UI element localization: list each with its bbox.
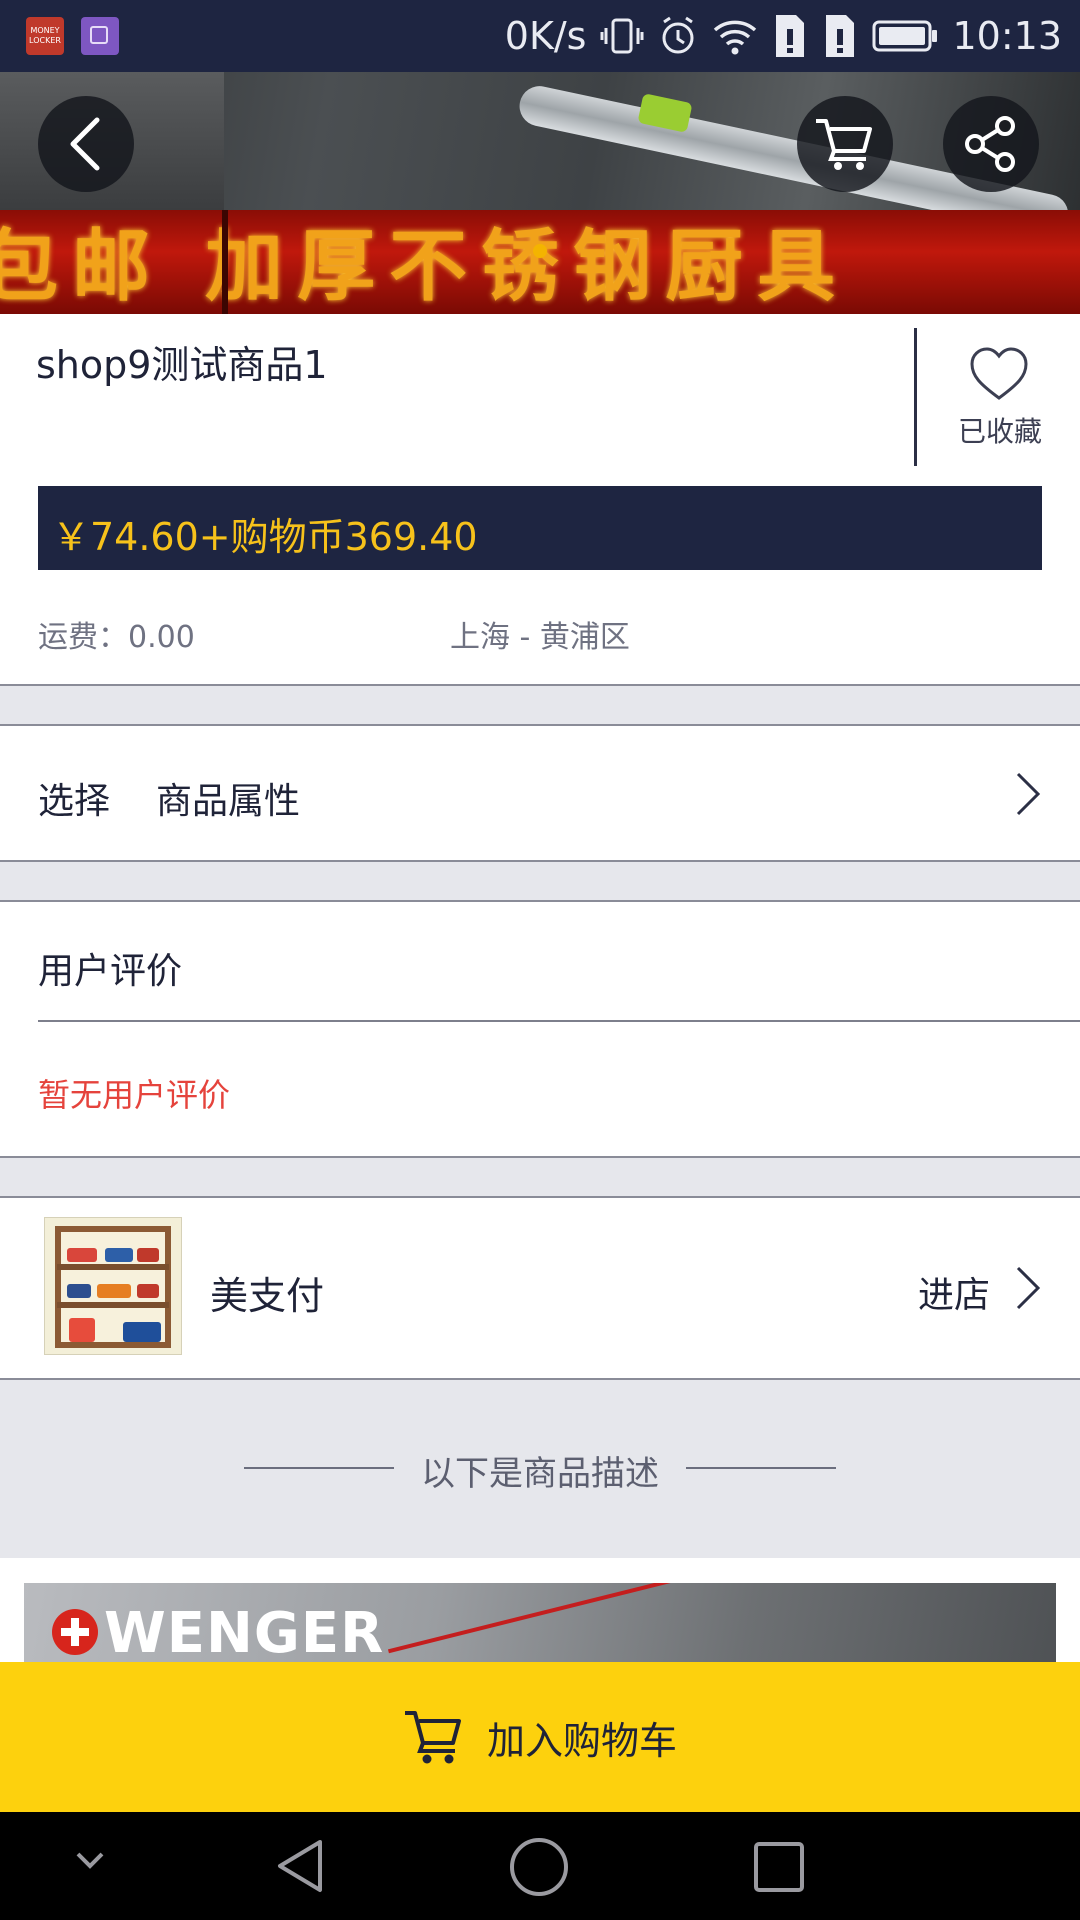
sim-alert-icon-1 xyxy=(776,15,805,57)
hero-banner-text: 包邮 加厚不锈钢厨具 xyxy=(0,222,850,312)
clock: 10:13 xyxy=(952,14,1062,58)
image-accent-streak xyxy=(387,1583,681,1654)
vibrate-icon xyxy=(600,18,644,54)
attribute-select-row[interactable]: 选择 商品属性 xyxy=(0,726,1080,860)
ship-from-location: 上海 - 黄浦区 xyxy=(450,620,630,655)
hide-nav-chevron-icon[interactable] xyxy=(74,1848,106,1872)
alarm-icon xyxy=(662,16,694,54)
favorite-label[interactable]: 已收藏 xyxy=(948,410,1052,450)
shop-name: 美支付 xyxy=(210,1274,325,1318)
attribute-label: 商品属性 xyxy=(156,781,301,822)
reviews-heading: 用户评价 xyxy=(38,951,183,992)
description-divider-text: 以下是商品描述 xyxy=(421,1454,659,1494)
section-gap xyxy=(0,1156,1080,1198)
brand-logo-text: WENGER xyxy=(104,1601,385,1663)
heart-icon[interactable] xyxy=(968,346,1030,402)
title-divider xyxy=(914,328,917,466)
battery-icon xyxy=(872,20,938,52)
description-image: WENGER xyxy=(24,1583,1056,1663)
product-title: shop9测试商品1 xyxy=(36,343,328,387)
section-gap xyxy=(0,860,1080,902)
carousel-indicator-dot xyxy=(533,244,547,258)
product-image-carousel[interactable]: 包邮 加厚不锈钢厨具 xyxy=(0,72,1080,314)
status-bar: MONEY LOCKER 0K/s 10:13 xyxy=(0,0,1080,72)
money-locker-app-icon: MONEY LOCKER xyxy=(26,17,64,55)
no-reviews-text: 暂无用户评价 xyxy=(38,1076,231,1114)
status-indicators: 0K/s 10:13 xyxy=(505,10,1062,62)
back-button[interactable] xyxy=(38,96,134,192)
share-button[interactable] xyxy=(943,96,1039,192)
system-nav-bar xyxy=(0,1812,1080,1920)
select-label: 选择 xyxy=(38,781,111,822)
sim-alert-icon-2 xyxy=(826,15,855,57)
chevron-left-icon xyxy=(70,117,100,171)
shop-logo xyxy=(44,1217,182,1355)
chevron-right-icon xyxy=(1016,772,1041,816)
wifi-icon xyxy=(714,20,757,55)
share-icon xyxy=(965,116,1015,172)
enter-shop-label[interactable]: 进店 xyxy=(918,1266,990,1318)
swiss-cross-logo xyxy=(52,1609,98,1655)
add-to-cart-label: 加入购物车 xyxy=(486,1718,677,1763)
network-speed: 0K/s xyxy=(504,14,587,58)
hero-divider xyxy=(222,210,228,314)
chevron-right-icon[interactable] xyxy=(1014,1264,1042,1312)
add-to-cart-button[interactable]: 加入购物车 xyxy=(0,1662,1080,1812)
reviews-divider xyxy=(38,1020,1080,1022)
recents-nav-icon[interactable] xyxy=(752,1840,806,1894)
section-gap xyxy=(0,684,1080,726)
gallery-app-icon xyxy=(81,17,119,55)
cart-icon xyxy=(404,1711,461,1764)
price: ￥74.60+购物币369.40 xyxy=(52,515,478,559)
back-nav-icon[interactable] xyxy=(272,1836,328,1896)
shipping-fee: 运费：0.00 xyxy=(38,620,195,655)
cart-button[interactable] xyxy=(797,96,893,192)
cart-icon xyxy=(816,119,872,170)
home-nav-icon[interactable] xyxy=(508,1836,570,1898)
